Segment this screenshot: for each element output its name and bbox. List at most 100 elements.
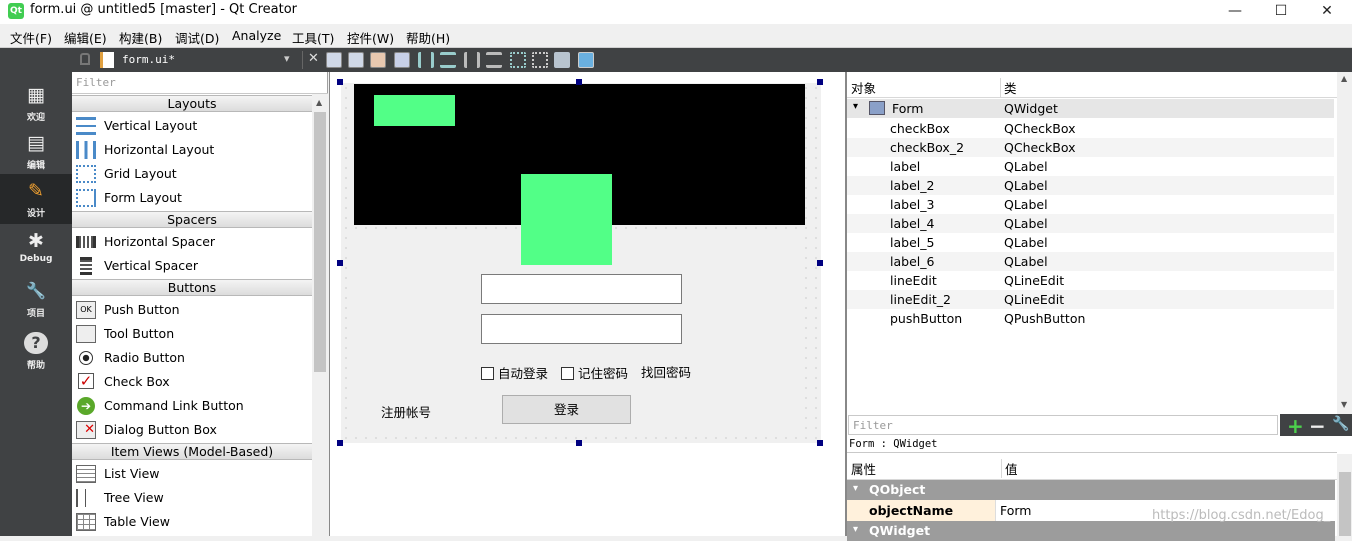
tree-row[interactable]: label_3 QLabel (847, 195, 1334, 214)
resize-handle[interactable] (817, 79, 823, 85)
menu-debug[interactable]: 调试(D) (175, 28, 219, 47)
close-window-button[interactable]: ✕ (1304, 0, 1350, 24)
widget-filter-input[interactable]: Filter (72, 72, 328, 94)
widget-item[interactable]: Vertical Layout (72, 114, 312, 138)
form-widget[interactable]: 自动登录 记住密码 找回密码 注册帐号 登录 (341, 83, 821, 443)
login-button[interactable]: 登录 (502, 395, 631, 424)
widget-item[interactable]: Tool Button (72, 322, 312, 346)
mode-welcome[interactable]: ▦ 欢迎 (0, 78, 72, 128)
mode-help[interactable]: ? 帮助 (0, 326, 72, 376)
tree-row[interactable]: label QLabel (847, 157, 1334, 176)
widget-item[interactable]: ✕ Dialog Button Box (72, 418, 312, 442)
widget-box-scrollbar[interactable]: ▲ (312, 94, 328, 536)
layout-splitter-h-icon[interactable] (464, 52, 480, 68)
widget-item[interactable]: Table View (72, 510, 312, 534)
scroll-up-icon[interactable]: ▲ (1341, 74, 1347, 83)
resize-handle[interactable] (337, 440, 343, 446)
widget-item[interactable]: Grid Layout (72, 162, 312, 186)
close-document-icon[interactable]: ✕ (308, 51, 319, 66)
open-file-name[interactable]: form.ui* (122, 53, 175, 66)
username-line-edit[interactable] (481, 274, 682, 304)
edit-buddies-icon[interactable] (370, 52, 386, 68)
tree-row[interactable]: lineEdit_2 QLineEdit (847, 290, 1334, 309)
auto-login-checkbox[interactable]: 自动登录 (481, 363, 548, 382)
chevron-down-icon[interactable]: ▾ (284, 52, 290, 65)
remove-property-icon[interactable]: − (1309, 414, 1326, 438)
tree-row[interactable]: pushButton QPushButton (847, 309, 1334, 328)
maximize-button[interactable]: ☐ (1258, 0, 1304, 24)
menu-tools[interactable]: 工具(T) (292, 28, 334, 47)
tree-row[interactable]: label_4 QLabel (847, 214, 1334, 233)
mode-design[interactable]: ✎ 设计 (0, 174, 72, 224)
column-property[interactable]: 属性 (851, 459, 876, 478)
widget-item[interactable]: List View (72, 462, 312, 486)
widget-item[interactable]: Horizontal Layout (72, 138, 312, 162)
password-line-edit[interactable] (481, 314, 682, 344)
scrollbar-thumb[interactable] (1339, 472, 1351, 536)
menu-file[interactable]: 文件(F) (10, 28, 52, 47)
menu-help[interactable]: 帮助(H) (406, 28, 450, 47)
wrench-icon[interactable]: 🔧 (1332, 416, 1349, 432)
widget-item[interactable]: Radio Button (72, 346, 312, 370)
mode-projects[interactable]: 🔧 项目 (0, 274, 72, 324)
column-object[interactable]: 对象 (851, 78, 876, 97)
edit-widgets-icon[interactable] (326, 52, 342, 68)
widget-item[interactable]: Form Layout (72, 186, 312, 210)
menu-build[interactable]: 构建(B) (119, 28, 162, 47)
resize-handle[interactable] (337, 79, 343, 85)
widget-item[interactable]: ✓ Check Box (72, 370, 312, 394)
adjust-size-icon[interactable] (578, 52, 594, 68)
tree-row[interactable]: label_6 QLabel (847, 252, 1334, 271)
widget-item[interactable]: Tree View (72, 486, 312, 510)
widget-item[interactable]: Vertical Spacer (72, 254, 312, 278)
category-spacers[interactable]: Spacers (72, 211, 312, 228)
menu-widgets[interactable]: 控件(W) (347, 28, 394, 47)
chevron-down-icon[interactable]: ▾ (853, 483, 858, 494)
edit-tab-order-icon[interactable] (394, 52, 410, 68)
label-small-green[interactable] (374, 95, 455, 126)
resize-handle[interactable] (817, 440, 823, 446)
category-item-views[interactable]: Item Views (Model-Based) (72, 443, 312, 460)
category-layouts[interactable]: Layouts (72, 95, 312, 112)
remember-password-checkbox[interactable]: 记住密码 (561, 363, 628, 382)
add-property-icon[interactable]: + (1287, 414, 1304, 438)
resize-handle[interactable] (576, 440, 582, 446)
layout-vertical-icon[interactable] (440, 52, 456, 68)
menu-edit[interactable]: 编辑(E) (64, 28, 107, 47)
chevron-down-icon[interactable]: ▾ (853, 524, 858, 535)
column-class[interactable]: 类 (1000, 78, 1017, 97)
property-value[interactable]: Form (1000, 503, 1032, 518)
property-filter-input[interactable]: Filter (848, 415, 1278, 435)
resize-handle[interactable] (817, 260, 823, 266)
resize-handle[interactable] (576, 79, 582, 85)
tree-row[interactable]: checkBox_2 QCheckBox (847, 138, 1334, 157)
scrollbar-thumb[interactable] (314, 112, 326, 372)
mode-edit[interactable]: ▤ 编辑 (0, 126, 72, 176)
edit-signals-icon[interactable] (348, 52, 364, 68)
minimize-button[interactable]: — (1212, 0, 1258, 24)
tree-row[interactable]: lineEdit QLineEdit (847, 271, 1334, 290)
layout-splitter-v-icon[interactable] (486, 52, 502, 68)
mode-debug[interactable]: ✱ Debug (0, 224, 72, 274)
label-avatar-green[interactable] (521, 174, 612, 265)
break-layout-icon[interactable] (554, 52, 570, 68)
property-scrollbar[interactable] (1337, 454, 1352, 536)
register-account-link[interactable]: 注册帐号 (381, 402, 431, 421)
layout-grid-icon[interactable] (532, 52, 548, 68)
menu-analyze[interactable]: Analyze (232, 28, 281, 43)
object-inspector-scrollbar[interactable]: ▲ ▼ (1337, 72, 1352, 414)
tree-row[interactable]: label_5 QLabel (847, 233, 1334, 252)
widget-item[interactable]: ➔ Command Link Button (72, 394, 312, 418)
property-group-qobject[interactable]: ▾ QObject (847, 480, 1335, 500)
layout-form-icon[interactable] (510, 52, 526, 68)
column-value[interactable]: 值 (1001, 459, 1018, 478)
forgot-password-link[interactable]: 找回密码 (641, 362, 691, 381)
tree-row-root[interactable]: ▾ Form QWidget (847, 99, 1334, 118)
widget-item[interactable]: OK Push Button (72, 298, 312, 322)
chevron-down-icon[interactable]: ▾ (853, 101, 858, 112)
design-canvas[interactable]: 自动登录 记住密码 找回密码 注册帐号 登录 (329, 72, 846, 536)
property-group-qwidget[interactable]: ▾ QWidget (847, 521, 1335, 541)
scroll-up-icon[interactable]: ▲ (316, 98, 322, 107)
resize-handle[interactable] (337, 260, 343, 266)
layout-horizontal-icon[interactable] (418, 52, 434, 68)
